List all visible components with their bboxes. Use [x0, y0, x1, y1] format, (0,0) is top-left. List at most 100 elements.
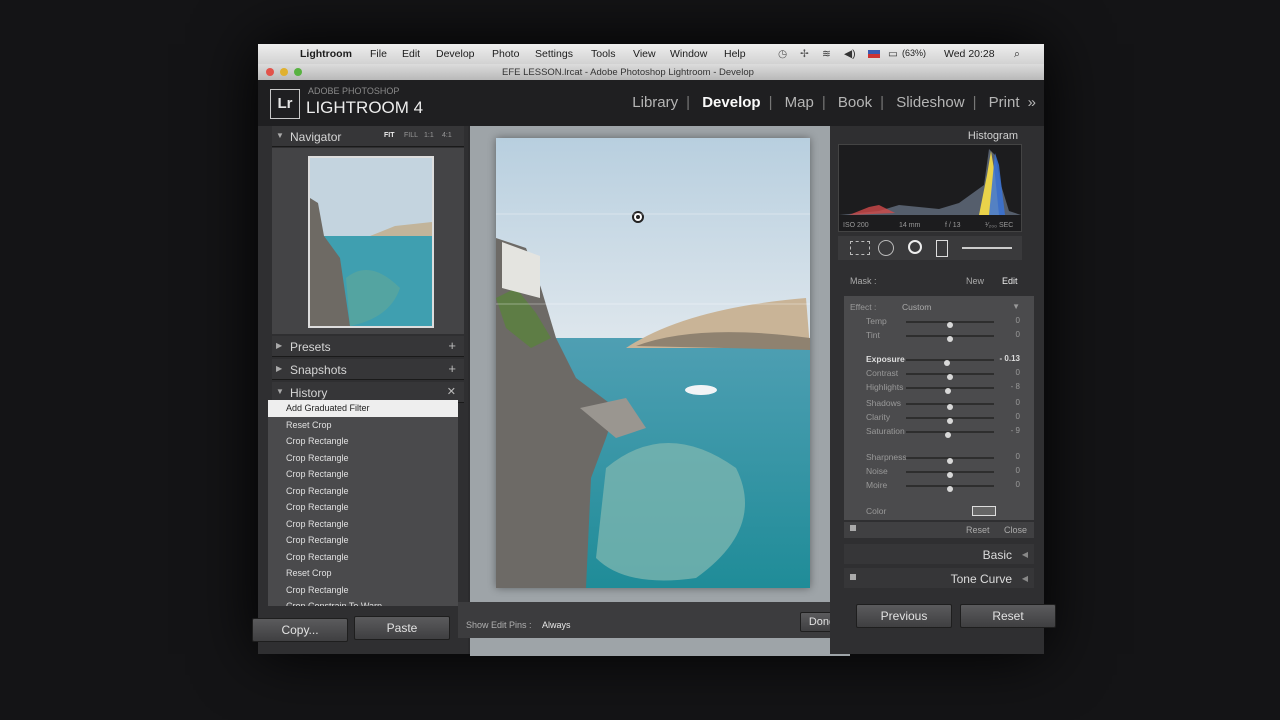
history-item[interactable]: Crop Rectangle [268, 532, 458, 549]
slider-knob[interactable] [947, 336, 953, 342]
navigator-header[interactable]: ▼ Navigator FIT FILL 1:1 4:1 [272, 126, 464, 147]
zoom-fit[interactable]: FIT [384, 132, 395, 139]
previous-button[interactable]: Previous [856, 604, 952, 628]
slider-knob[interactable] [947, 418, 953, 424]
color-swatch[interactable] [972, 506, 996, 516]
history-item[interactable]: Crop Rectangle [268, 516, 458, 533]
spot-removal-icon[interactable] [878, 240, 894, 256]
zoom-window-button[interactable] [294, 68, 302, 76]
presets-header[interactable]: ▶ Presets + [272, 336, 464, 357]
slider-track[interactable] [906, 471, 994, 478]
slider-knob[interactable] [947, 486, 953, 492]
basic-panel-header[interactable]: Basic ◀ [844, 544, 1034, 564]
history-item[interactable]: Crop Rectangle [268, 433, 458, 450]
slider-track[interactable] [906, 387, 994, 394]
module-slideshow[interactable]: Slideshow [896, 94, 964, 111]
slider-knob[interactable] [943, 360, 950, 366]
graduated-filter-icon[interactable] [936, 240, 948, 257]
slider-track[interactable] [906, 417, 994, 424]
panel-switch-icon[interactable] [850, 574, 856, 580]
menu-view[interactable]: View [633, 48, 656, 60]
adjustment-brush-icon[interactable] [962, 247, 1012, 249]
slider-track[interactable] [906, 373, 994, 380]
history-item[interactable]: Crop Rectangle [268, 549, 458, 566]
slider-knob[interactable] [944, 388, 951, 394]
mask-edit[interactable]: Edit [1002, 276, 1018, 286]
spotlight-icon[interactable]: ⌕ [1014, 48, 1020, 61]
menu-develop[interactable]: Develop [436, 48, 475, 60]
more-modules-icon[interactable]: » [1028, 94, 1036, 111]
menu-edit[interactable]: Edit [402, 48, 420, 60]
slider-value[interactable]: - 8 [1011, 382, 1020, 391]
menu-tools[interactable]: Tools [591, 48, 616, 60]
clear-history-icon[interactable]: ✕ [447, 385, 456, 398]
module-print[interactable]: Print [989, 94, 1020, 111]
zoom-4-1[interactable]: 4:1 [442, 132, 452, 139]
slider-value[interactable]: 0 [1016, 466, 1020, 475]
menu-help[interactable]: Help [724, 48, 746, 60]
add-snapshot-icon[interactable]: + [448, 361, 456, 376]
crop-tool-icon[interactable] [850, 241, 870, 255]
histogram-title[interactable]: Histogram [968, 130, 1018, 142]
image-canvas[interactable] [470, 126, 850, 656]
mask-reset-link[interactable]: Reset [966, 525, 990, 535]
history-item[interactable]: Crop Rectangle [268, 483, 458, 500]
close-window-button[interactable] [266, 68, 274, 76]
zoom-1-1[interactable]: 1:1 [424, 132, 434, 139]
collapse-effect-icon[interactable]: ▼ [1012, 302, 1020, 311]
slider-value[interactable]: 0 [1016, 480, 1020, 489]
slider-value[interactable]: 0 [1016, 398, 1020, 407]
history-item[interactable]: Reset Crop [268, 417, 458, 434]
slider-value[interactable]: 0 [1016, 330, 1020, 339]
history-item[interactable]: Crop Rectangle [268, 466, 458, 483]
module-map[interactable]: Map [785, 94, 814, 111]
mask-new[interactable]: New [966, 276, 984, 286]
history-item[interactable]: Reset Crop [268, 565, 458, 582]
menu-photo[interactable]: Photo [492, 48, 519, 60]
history-item[interactable]: Crop Constrain To Warp [268, 598, 458, 606]
slider-value[interactable]: 0 [1016, 412, 1020, 421]
slider-knob[interactable] [944, 432, 951, 438]
navigator-thumbnail[interactable] [308, 156, 434, 328]
slider-track[interactable] [906, 321, 994, 328]
edit-pins-select[interactable]: Always [542, 620, 571, 630]
wifi-icon[interactable]: ≋ [822, 48, 831, 60]
paste-button[interactable]: Paste [354, 616, 450, 640]
flag-icon[interactable] [868, 50, 880, 58]
minimize-window-button[interactable] [280, 68, 288, 76]
slider-knob[interactable] [947, 322, 953, 328]
copy-button[interactable]: Copy... [252, 618, 348, 642]
module-library[interactable]: Library [632, 94, 678, 111]
panel-switch-icon[interactable] [850, 525, 856, 531]
slider-value[interactable]: - 0.13 [1000, 354, 1020, 363]
slider-value[interactable]: 0 [1016, 316, 1020, 325]
main-photo[interactable] [496, 138, 810, 588]
history-item[interactable]: Crop Rectangle [268, 499, 458, 516]
menu-file[interactable]: File [370, 48, 387, 60]
module-develop[interactable]: Develop [702, 94, 760, 111]
zoom-fill[interactable]: FILL [404, 132, 418, 139]
volume-icon[interactable]: ◀) [844, 48, 856, 60]
slider-value[interactable]: 0 [1016, 368, 1020, 377]
tone-curve-panel-header[interactable]: Tone Curve ◀ [844, 568, 1034, 588]
slider-track[interactable] [906, 431, 994, 438]
menu-app-name[interactable]: Lightroom [300, 48, 352, 60]
menu-window[interactable]: Window [670, 48, 707, 60]
slider-value[interactable]: - 9 [1011, 426, 1020, 435]
history-item[interactable]: Crop Rectangle [268, 450, 458, 467]
slider-knob[interactable] [947, 404, 953, 410]
slider-track[interactable] [906, 359, 994, 366]
slider-knob[interactable] [947, 458, 953, 464]
slider-knob[interactable] [947, 374, 953, 380]
snapshots-header[interactable]: ▶ Snapshots + [272, 359, 464, 380]
mask-close-link[interactable]: Close [1004, 525, 1027, 535]
slider-track[interactable] [906, 485, 994, 492]
menu-settings[interactable]: Settings [535, 48, 573, 60]
slider-value[interactable]: 0 [1016, 452, 1020, 461]
battery-icon[interactable]: ▭ [888, 48, 898, 60]
slider-knob[interactable] [947, 472, 953, 478]
red-eye-icon[interactable] [908, 240, 922, 254]
reset-button[interactable]: Reset [960, 604, 1056, 628]
add-preset-icon[interactable]: + [448, 338, 456, 353]
slider-track[interactable] [906, 335, 994, 342]
